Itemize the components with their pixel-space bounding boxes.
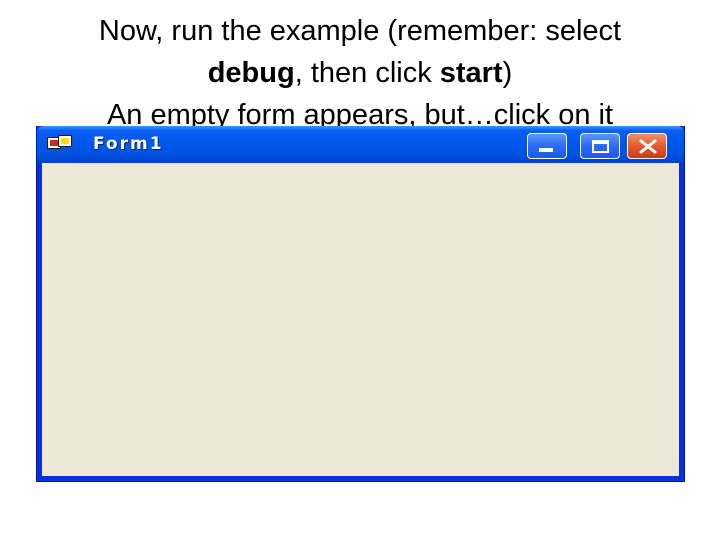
form-client-area[interactable] — [42, 163, 679, 476]
close-button[interactable] — [627, 133, 667, 159]
window-title: Form1 — [93, 134, 164, 154]
maximize-icon — [592, 140, 609, 153]
caption-debug-keyword: debug — [207, 57, 295, 89]
caption-line-2-end: ) — [502, 57, 513, 89]
maximize-button[interactable] — [580, 133, 620, 159]
caption-line-2: debug, then click start) — [0, 52, 720, 94]
form-window[interactable]: Form1 — [36, 126, 685, 482]
caption-line-1: Now, run the example (remember: select — [98, 15, 622, 47]
app-icon-back-frame — [58, 135, 72, 147]
form-app-icon[interactable] — [47, 135, 73, 153]
minimize-button[interactable] — [527, 133, 567, 159]
caption-line-2-middle: , then click — [294, 57, 440, 89]
window-titlebar[interactable]: Form1 — [37, 126, 684, 163]
caption-start-keyword: start — [439, 57, 503, 89]
slide-caption: Now, run the example (remember: select d… — [0, 10, 720, 136]
minimize-icon — [539, 148, 553, 152]
close-icon — [639, 139, 657, 154]
